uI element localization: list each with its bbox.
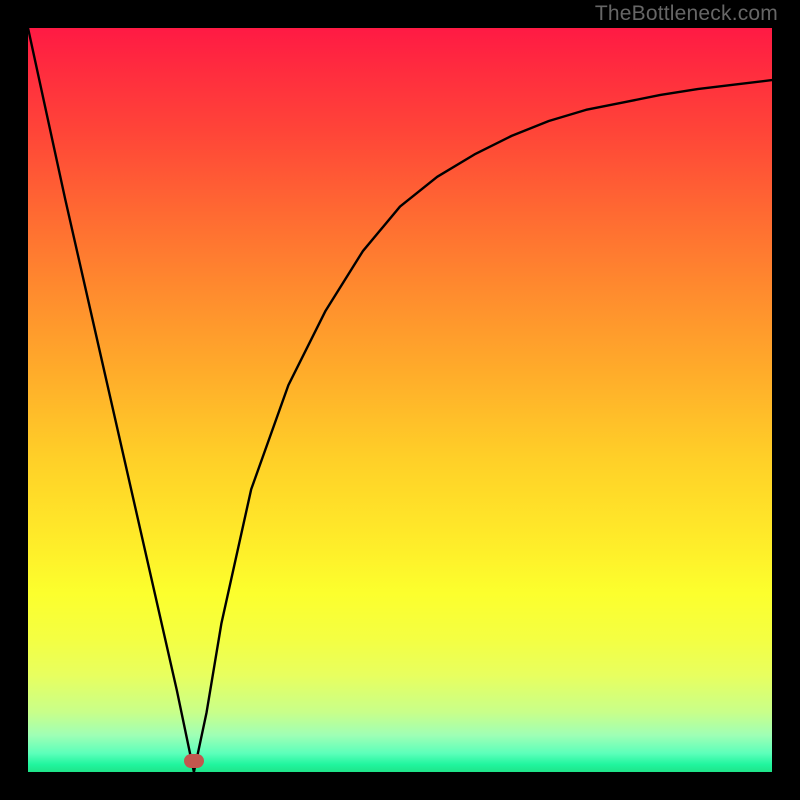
watermark-text: TheBottleneck.com (595, 2, 778, 26)
optimal-point-marker (184, 754, 204, 768)
bottleneck-curve (28, 28, 772, 772)
